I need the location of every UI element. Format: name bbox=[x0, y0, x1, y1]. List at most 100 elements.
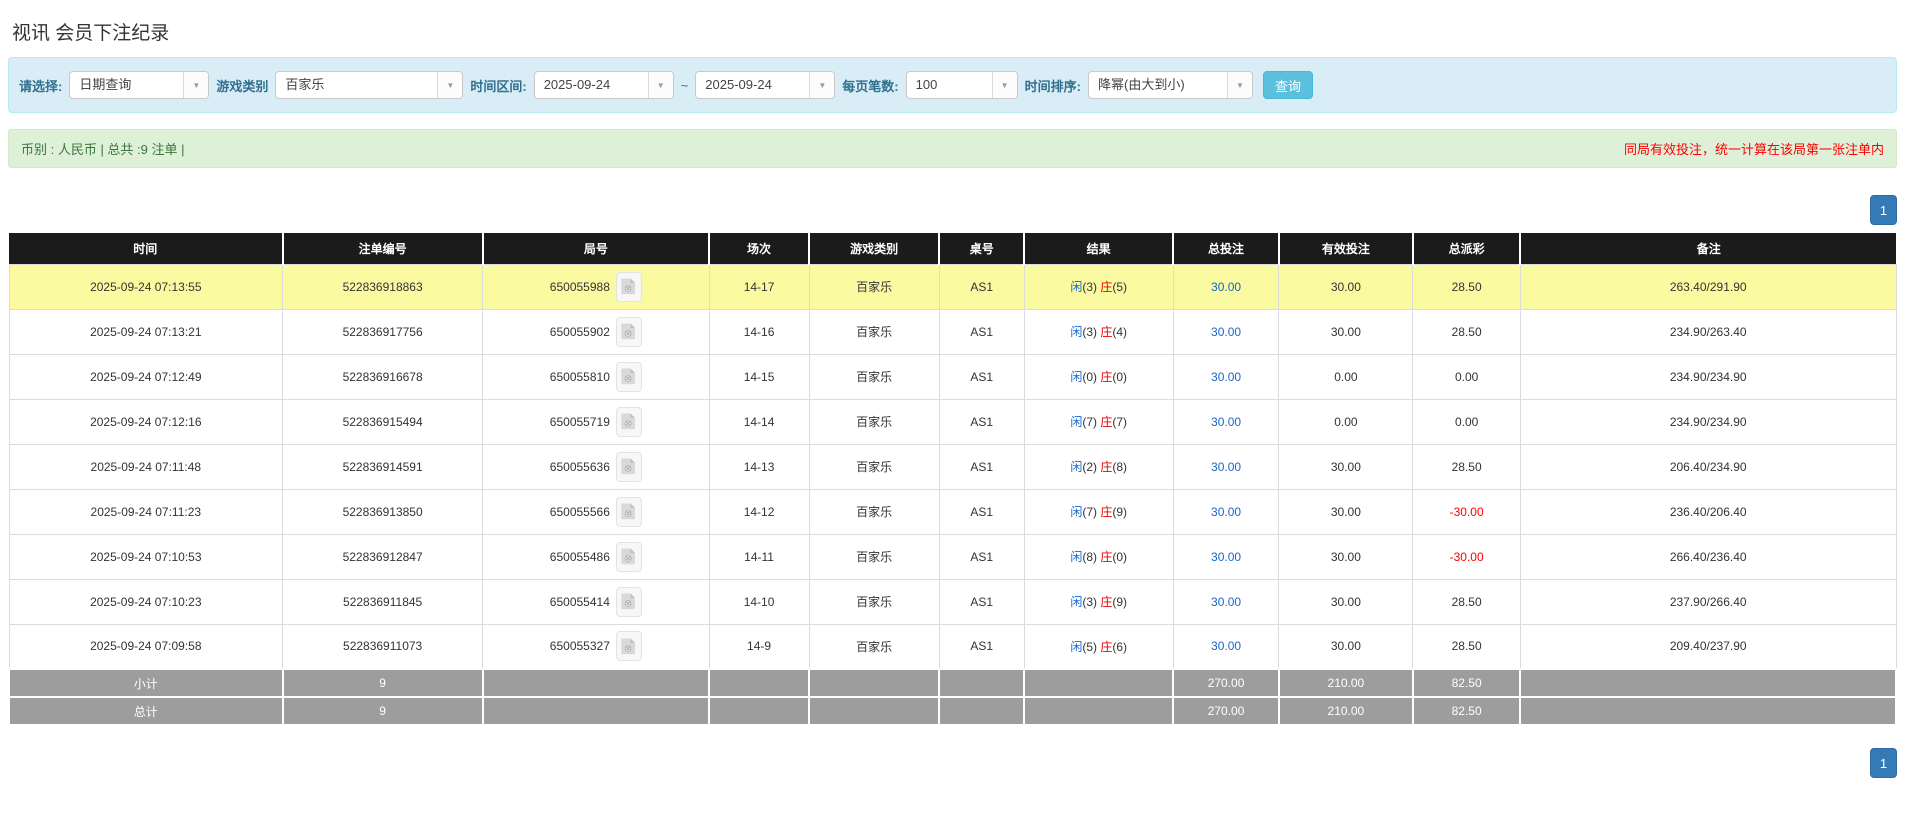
video-replay-icon bbox=[621, 458, 636, 475]
total-bet-link[interactable]: 30.00 bbox=[1211, 460, 1241, 474]
cell-time: 2025-09-24 07:12:49 bbox=[8, 353, 284, 400]
video-replay-button[interactable] bbox=[615, 406, 642, 437]
cell-valid-bet: 30.00 bbox=[1278, 623, 1414, 670]
player-result-label: 闲 bbox=[1070, 595, 1083, 609]
cell-result: 闲(2) 庄(8) bbox=[1023, 443, 1174, 490]
cell-total-bet: 30.00 bbox=[1172, 533, 1280, 580]
cell-table-no: AS1 bbox=[938, 353, 1025, 400]
table-row: 2025-09-24 07:09:58 522836911073 650055327… bbox=[8, 623, 1897, 670]
summary-label: 总计 bbox=[8, 696, 284, 726]
total-bet-link[interactable]: 30.00 bbox=[1211, 415, 1241, 429]
chevron-down-icon: ▼ bbox=[437, 72, 463, 98]
cell-total-bet: 30.00 bbox=[1172, 623, 1280, 670]
date-from-select[interactable]: 2025-09-24 ▼ bbox=[533, 71, 674, 99]
banker-score: (0) bbox=[1112, 370, 1128, 384]
payout-value: 28.50 bbox=[1451, 279, 1482, 294]
video-replay-button[interactable] bbox=[615, 586, 642, 617]
payout-value: 0.00 bbox=[1454, 414, 1479, 429]
cell-valid-bet: 30.00 bbox=[1278, 578, 1414, 625]
cell-valid-bet: 0.00 bbox=[1278, 353, 1414, 400]
summary-empty bbox=[708, 696, 811, 726]
page-1-button[interactable]: 1 bbox=[1870, 748, 1897, 778]
cell-result: 闲(0) 庄(0) bbox=[1023, 353, 1174, 400]
banker-score: (0) bbox=[1112, 550, 1128, 564]
page-1-button[interactable]: 1 bbox=[1870, 195, 1897, 225]
cell-table-no: AS1 bbox=[938, 308, 1025, 355]
video-replay-button[interactable] bbox=[615, 361, 642, 392]
search-button[interactable]: 查询 bbox=[1262, 71, 1313, 99]
cell-payout: 28.50 bbox=[1412, 308, 1521, 355]
banker-score: (5) bbox=[1112, 280, 1128, 294]
total-bet-link[interactable]: 30.00 bbox=[1211, 505, 1241, 519]
round-id-group: 650055566 bbox=[550, 496, 642, 527]
payout-value: -30.00 bbox=[1449, 504, 1484, 519]
total-bet-link[interactable]: 30.00 bbox=[1211, 370, 1241, 384]
video-replay-icon bbox=[621, 278, 636, 295]
cell-valid-bet: 30.00 bbox=[1278, 488, 1414, 535]
round-id-group: 650055988 bbox=[550, 271, 642, 302]
column-header: 局号 bbox=[482, 233, 711, 264]
cell-round-id: 650055902 bbox=[482, 308, 710, 355]
total-bet-link[interactable]: 30.00 bbox=[1211, 595, 1241, 609]
chevron-down-icon: ▼ bbox=[809, 72, 835, 98]
cell-session: 14-9 bbox=[708, 623, 810, 670]
video-replay-icon bbox=[621, 638, 636, 654]
cell-time: 2025-09-24 07:11:48 bbox=[8, 443, 284, 490]
total-bet-link[interactable]: 30.00 bbox=[1211, 280, 1241, 294]
cell-total-bet: 30.00 bbox=[1172, 263, 1280, 310]
column-header: 总派彩 bbox=[1412, 233, 1522, 264]
payout-value: 28.50 bbox=[1451, 324, 1482, 339]
summary-empty bbox=[1023, 696, 1175, 726]
chevron-down-icon: ▼ bbox=[647, 72, 673, 98]
column-header: 有效投注 bbox=[1278, 233, 1414, 264]
round-id-group: 650055810 bbox=[550, 361, 642, 392]
table-row: 2025-09-24 07:12:49 522836916678 650055810… bbox=[8, 353, 1897, 400]
cell-round-id: 650055486 bbox=[482, 533, 710, 580]
chevron-down-icon: ▼ bbox=[183, 72, 209, 98]
video-replay-button[interactable] bbox=[615, 451, 642, 482]
total-bet-link[interactable]: 30.00 bbox=[1211, 325, 1241, 339]
game-type-select[interactable]: 百家乐 ▼ bbox=[275, 71, 464, 99]
table-row: 2025-09-24 07:13:55 522836918863 650055988… bbox=[8, 263, 1897, 310]
payout-value: 28.50 bbox=[1451, 459, 1482, 474]
summary-empty bbox=[938, 668, 1026, 698]
cell-session: 14-10 bbox=[708, 578, 810, 625]
player-score: (0) bbox=[1082, 370, 1101, 384]
total-bet-link[interactable]: 30.00 bbox=[1211, 550, 1241, 564]
total-bet-link[interactable]: 30.00 bbox=[1211, 639, 1241, 653]
cell-valid-bet: 30.00 bbox=[1278, 443, 1414, 490]
cell-round-id: 650055988 bbox=[482, 263, 710, 310]
player-score: (7) bbox=[1082, 415, 1101, 429]
cell-total-bet: 30.00 bbox=[1172, 353, 1280, 400]
time-sort-select[interactable]: 降幂(由大到小) ▼ bbox=[1087, 71, 1253, 99]
cell-game-type: 百家乐 bbox=[808, 533, 940, 580]
round-id-group: 650055636 bbox=[550, 451, 642, 482]
video-replay-button[interactable] bbox=[615, 271, 642, 302]
table-row: 2025-09-24 07:11:23 522836913850 650055566… bbox=[8, 488, 1897, 535]
banker-result-label: 庄 bbox=[1100, 325, 1113, 339]
cell-result: 闲(8) 庄(0) bbox=[1023, 533, 1174, 580]
cell-result: 闲(7) 庄(7) bbox=[1023, 398, 1174, 445]
table-row: 2025-09-24 07:13:21 522836917756 650055902… bbox=[8, 308, 1897, 355]
player-result-label: 闲 bbox=[1070, 550, 1083, 564]
cell-bet-id: 522836911845 bbox=[282, 578, 484, 625]
date-to-select[interactable]: 2025-09-24 ▼ bbox=[695, 71, 836, 99]
cell-total-bet: 30.00 bbox=[1172, 578, 1280, 625]
summary-total-bet: 270.00 bbox=[1172, 696, 1280, 726]
video-replay-button[interactable] bbox=[615, 541, 642, 572]
video-replay-icon bbox=[621, 548, 636, 565]
video-replay-button[interactable] bbox=[615, 496, 642, 527]
video-replay-button[interactable] bbox=[615, 316, 642, 347]
cell-session: 14-17 bbox=[708, 263, 810, 310]
banker-score: (8) bbox=[1112, 460, 1128, 474]
video-replay-button[interactable] bbox=[615, 631, 642, 662]
cell-session: 14-14 bbox=[708, 398, 810, 445]
range-separator: ~ bbox=[680, 77, 689, 93]
page-size-select[interactable]: 100 ▼ bbox=[905, 71, 1018, 99]
currency-total-text: 币别 : 人民币 | 总共 :9 注单 | bbox=[21, 142, 185, 157]
date-from-value: 2025-09-24 bbox=[543, 77, 611, 92]
cell-time: 2025-09-24 07:10:53 bbox=[8, 533, 284, 580]
query-mode-select[interactable]: 日期查询 ▼ bbox=[69, 71, 210, 99]
summary-empty bbox=[1519, 696, 1897, 726]
summary-empty bbox=[481, 668, 711, 698]
